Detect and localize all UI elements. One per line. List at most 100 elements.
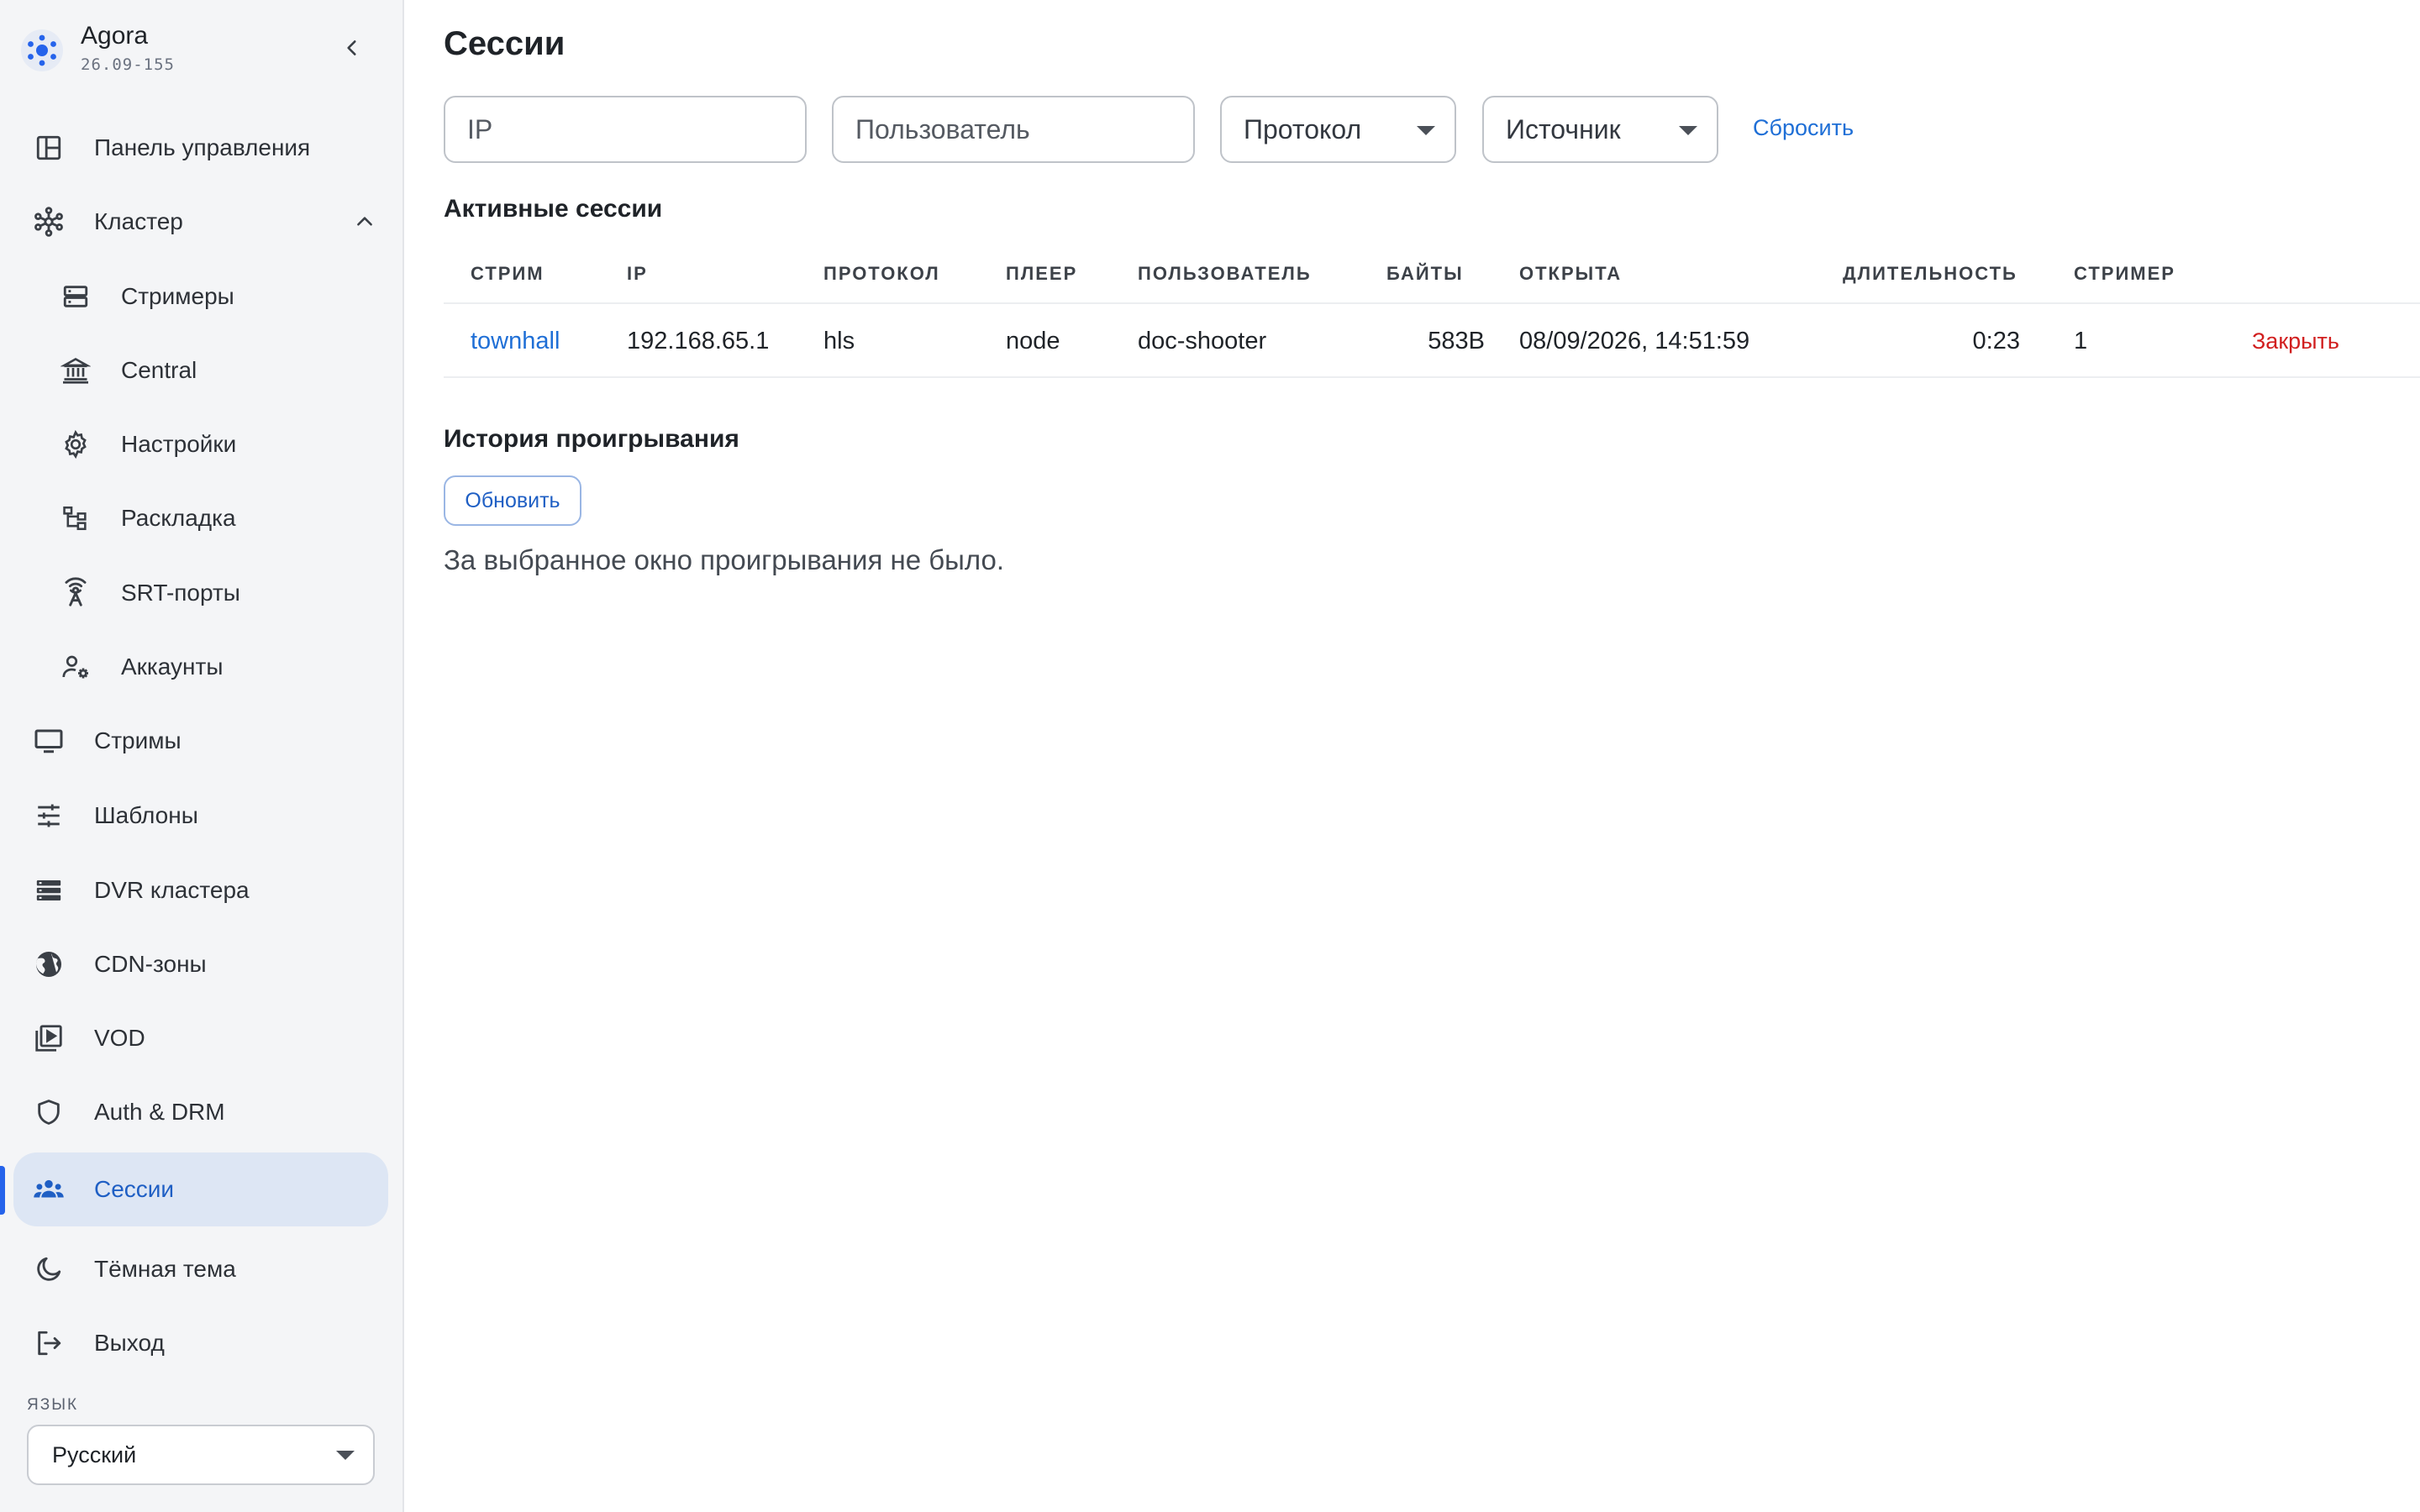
- antenna-icon: [57, 575, 94, 612]
- app-version: 26.09-155: [81, 55, 175, 74]
- sidebar-item-label: Стримы: [94, 727, 182, 753]
- chevron-left-icon: [347, 40, 356, 55]
- dropdown-arrow-icon: [336, 1451, 355, 1460]
- agora-logo-icon: [20, 29, 64, 72]
- sidebar-item-auth-drm[interactable]: Auth & DRM: [13, 1075, 388, 1149]
- sidebar-item-label: Аккаунты: [121, 654, 224, 680]
- session-protocol: hls: [823, 328, 855, 354]
- protocol-select[interactable]: Протокол: [1220, 96, 1456, 163]
- sidebar-item-cdn-zones[interactable]: CDN-зоны: [13, 927, 388, 1001]
- layout-tree-icon: [57, 500, 94, 537]
- column-header[interactable]: ДЛИТЕЛЬНОСТЬ: [1843, 244, 2018, 304]
- user-gear-icon: [57, 648, 94, 685]
- sidebar-item-srt-ports[interactable]: SRT-порты: [13, 556, 388, 630]
- storage-icon: [30, 872, 67, 909]
- sidebar-item-label: Central: [121, 357, 197, 383]
- sidebar-item-label: Настройки: [121, 431, 237, 457]
- stream-link[interactable]: townhall: [471, 304, 560, 378]
- sidebar-item-label: SRT-порты: [121, 580, 240, 606]
- cluster-icon: [30, 203, 67, 240]
- logout-icon: [30, 1325, 67, 1362]
- sidebar-item-label: Выход: [94, 1330, 165, 1356]
- language-select[interactable]: Русский: [27, 1425, 375, 1485]
- sliders-icon: [30, 797, 67, 834]
- refresh-button[interactable]: Обновить: [444, 475, 581, 526]
- sidebar-item-accounts[interactable]: Аккаунты: [13, 630, 388, 704]
- column-header[interactable]: СТРИМ: [471, 244, 544, 304]
- sidebar-item-dashboard[interactable]: Панель управления: [13, 111, 388, 185]
- sidebar-item-streamers[interactable]: Стримеры: [13, 260, 388, 333]
- column-header[interactable]: ОТКРЫТА: [1519, 244, 1622, 304]
- sidebar-item-label: Auth & DRM: [94, 1099, 225, 1125]
- dropdown-arrow-icon: [1679, 126, 1697, 135]
- dashboard-icon: [30, 129, 67, 166]
- playback-history-title: История проигрывания: [444, 425, 739, 453]
- page-title: Сессии: [444, 25, 566, 62]
- sidebar-item-logout[interactable]: Выход: [13, 1306, 388, 1380]
- sidebar-item-label: DVR кластера: [94, 877, 250, 903]
- chevron-up-icon[interactable]: [350, 207, 380, 237]
- language-value: Русский: [52, 1442, 137, 1467]
- ip-filter-field[interactable]: [444, 96, 807, 163]
- sidebar-item-label: Тёмная тема: [94, 1256, 236, 1282]
- column-header[interactable]: ПОЛЬЗОВАТЕЛЬ: [1138, 244, 1312, 304]
- sidebar-item-label: Панель управления: [94, 134, 311, 160]
- sidebar-item-label: Кластер: [94, 208, 183, 234]
- column-header[interactable]: ПРОТОКОЛ: [823, 244, 940, 304]
- sidebar-item-central[interactable]: Central: [13, 333, 388, 407]
- server-icon: [57, 278, 94, 315]
- source-select[interactable]: Источник: [1482, 96, 1718, 163]
- sidebar-item-streams[interactable]: Стримы: [13, 704, 388, 778]
- sidebar-item-cluster-dvr[interactable]: DVR кластера: [13, 853, 388, 927]
- session-ip: 192.168.65.1: [627, 328, 770, 354]
- ip-filter-input[interactable]: [445, 97, 805, 161]
- sidebar-item-templates[interactable]: Шаблоны: [13, 779, 388, 853]
- dropdown-arrow-icon: [1417, 126, 1435, 135]
- main-content: Сессии Протокол Источник Сбросить Активн…: [404, 0, 2420, 1512]
- table-header: СТРИМ IP ПРОТОКОЛ ПЛЕЕР ПОЛЬЗОВАТЕЛЬ БАЙ…: [444, 244, 2420, 304]
- sidebar-item-label: VOD: [94, 1025, 145, 1051]
- sidebar-item-label: Стримеры: [121, 283, 234, 309]
- sidebar-item-label: Раскладка: [121, 505, 236, 531]
- collapse-sidebar-button[interactable]: [334, 30, 370, 66]
- reset-filters-button[interactable]: Сбросить: [1753, 115, 1854, 141]
- column-header[interactable]: СТРИМЕР: [2074, 244, 2175, 304]
- sidebar-item-label: CDN-зоны: [94, 951, 207, 977]
- column-header[interactable]: БАЙТЫ: [1386, 244, 1464, 304]
- monitor-icon: [30, 722, 67, 759]
- sidebar-item-cluster[interactable]: Кластер: [13, 185, 388, 259]
- active-sessions-title: Активные сессии: [444, 195, 663, 223]
- empty-history-message: За выбранное окно проигрывания не было.: [444, 544, 1005, 575]
- bank-icon: [57, 352, 94, 389]
- sidebar-item-layout[interactable]: Раскладка: [13, 481, 388, 555]
- protocol-select-value: Протокол: [1244, 114, 1362, 144]
- user-filter-input[interactable]: [834, 97, 1193, 161]
- session-duration: 0:23: [1972, 328, 2020, 354]
- gear-icon: [57, 426, 94, 463]
- active-indicator: [0, 1166, 5, 1215]
- sidebar-item-settings[interactable]: Настройки: [13, 407, 388, 481]
- column-header[interactable]: IP: [627, 244, 648, 304]
- video-library-icon: [30, 1020, 67, 1057]
- user-filter-field[interactable]: [832, 96, 1195, 163]
- people-icon: [30, 1171, 67, 1208]
- session-opened: 08/09/2026, 14:51:59: [1519, 328, 1750, 354]
- session-bytes: 583B: [1428, 328, 1485, 354]
- source-select-value: Источник: [1506, 114, 1621, 144]
- session-streamer: 1: [2074, 328, 2088, 354]
- sidebar-item-sessions[interactable]: Сессии: [13, 1152, 388, 1226]
- sidebar-item-dark-theme[interactable]: Тёмная тема: [13, 1232, 388, 1306]
- moon-icon: [30, 1251, 67, 1288]
- sidebar-item-label: Сессии: [94, 1176, 175, 1202]
- brand[interactable]: Agora 26.09-155: [20, 20, 373, 81]
- app-name: Agora: [81, 22, 149, 50]
- sidebar-item-vod[interactable]: VOD: [13, 1001, 388, 1075]
- column-header[interactable]: ПЛЕЕР: [1006, 244, 1077, 304]
- globe-icon: [30, 946, 67, 983]
- sidebar-item-label: Шаблоны: [94, 802, 198, 828]
- sidebar: Agora 26.09-155 Панель управления Класте…: [0, 0, 404, 1512]
- shield-icon: [30, 1094, 67, 1131]
- session-user: doc-shooter: [1138, 328, 1267, 354]
- active-sessions-table: СТРИМ IP ПРОТОКОЛ ПЛЕЕР ПОЛЬЗОВАТЕЛЬ БАЙ…: [444, 244, 2420, 378]
- close-session-button[interactable]: Закрыть: [2252, 304, 2339, 378]
